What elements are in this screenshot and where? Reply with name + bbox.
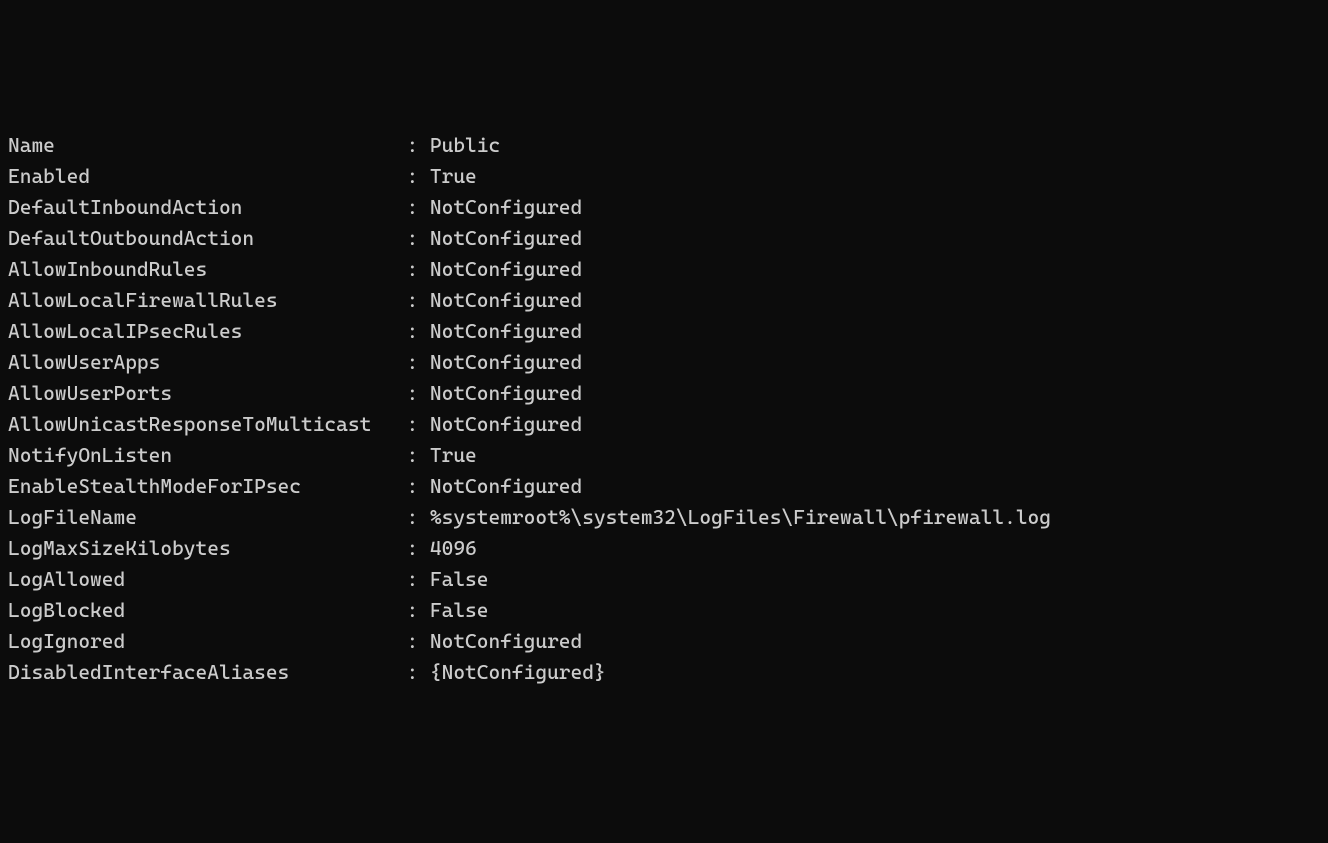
property-row: LogMaxSizeKilobytes : 4096 (8, 533, 1320, 564)
property-value: NotConfigured (430, 195, 582, 219)
property-key: AllowInboundRules (8, 254, 395, 285)
property-key: AllowLocalFirewallRules (8, 285, 395, 316)
property-value: NotConfigured (430, 288, 582, 312)
property-row: AllowLocalFirewallRules : NotConfigured (8, 285, 1320, 316)
property-separator: : (395, 567, 430, 591)
property-separator: : (395, 536, 430, 560)
property-value: False (430, 598, 489, 622)
property-key: DefaultOutboundAction (8, 223, 395, 254)
property-separator: : (395, 133, 430, 157)
property-value: True (430, 443, 477, 467)
property-separator: : (395, 319, 430, 343)
property-separator: : (395, 412, 430, 436)
property-key: Name (8, 130, 395, 161)
property-key: LogMaxSizeKilobytes (8, 533, 395, 564)
property-key: DefaultInboundAction (8, 192, 395, 223)
property-row: NotifyOnListen : True (8, 440, 1320, 471)
property-row: AllowUserPorts : NotConfigured (8, 378, 1320, 409)
property-row: Enabled : True (8, 161, 1320, 192)
property-row: AllowInboundRules : NotConfigured (8, 254, 1320, 285)
property-value: NotConfigured (430, 319, 582, 343)
property-value: NotConfigured (430, 257, 582, 281)
property-row: LogBlocked : False (8, 595, 1320, 626)
property-key: NotifyOnListen (8, 440, 395, 471)
property-row: EnableStealthModeForIPsec : NotConfigure… (8, 471, 1320, 502)
property-value: NotConfigured (430, 381, 582, 405)
property-row: AllowLocalIPsecRules : NotConfigured (8, 316, 1320, 347)
property-value: False (430, 567, 489, 591)
property-separator: : (395, 257, 430, 281)
property-key: DisabledInterfaceAliases (8, 657, 395, 688)
property-key: LogIgnored (8, 626, 395, 657)
property-separator: : (395, 381, 430, 405)
property-separator: : (395, 629, 430, 653)
property-key: LogFileName (8, 502, 395, 533)
property-value: 4096 (430, 536, 477, 560)
property-separator: : (395, 226, 430, 250)
property-value: NotConfigured (430, 412, 582, 436)
property-value: NotConfigured (430, 474, 582, 498)
property-row: AllowUserApps : NotConfigured (8, 347, 1320, 378)
property-separator: : (395, 288, 430, 312)
property-row: LogAllowed : False (8, 564, 1320, 595)
property-value: NotConfigured (430, 350, 582, 374)
terminal-output: Name : PublicEnabled : TrueDefaultInboun… (8, 130, 1320, 688)
property-row: LogIgnored : NotConfigured (8, 626, 1320, 657)
property-key: LogBlocked (8, 595, 395, 626)
property-key: AllowUserApps (8, 347, 395, 378)
property-key: AllowLocalIPsecRules (8, 316, 395, 347)
property-separator: : (395, 195, 430, 219)
property-separator: : (395, 598, 430, 622)
property-value: NotConfigured (430, 226, 582, 250)
property-row: AllowUnicastResponseToMulticast : NotCon… (8, 409, 1320, 440)
property-row: DisabledInterfaceAliases : {NotConfigure… (8, 657, 1320, 688)
property-key: LogAllowed (8, 564, 395, 595)
property-value: True (430, 164, 477, 188)
property-key: AllowUserPorts (8, 378, 395, 409)
property-separator: : (395, 350, 430, 374)
property-value: %systemroot%\system32\LogFiles\Firewall\… (430, 505, 1051, 529)
property-key: EnableStealthModeForIPsec (8, 471, 395, 502)
property-key: AllowUnicastResponseToMulticast (8, 409, 395, 440)
property-value: {NotConfigured} (430, 660, 606, 684)
property-separator: : (395, 164, 430, 188)
property-row: DefaultInboundAction : NotConfigured (8, 192, 1320, 223)
property-row: LogFileName : %systemroot%\system32\LogF… (8, 502, 1320, 533)
property-key: Enabled (8, 161, 395, 192)
property-separator: : (395, 505, 430, 529)
property-separator: : (395, 443, 430, 467)
property-row: DefaultOutboundAction : NotConfigured (8, 223, 1320, 254)
property-value: NotConfigured (430, 629, 582, 653)
property-value: Public (430, 133, 500, 157)
property-separator: : (395, 474, 430, 498)
property-separator: : (395, 660, 430, 684)
property-row: Name : Public (8, 130, 1320, 161)
